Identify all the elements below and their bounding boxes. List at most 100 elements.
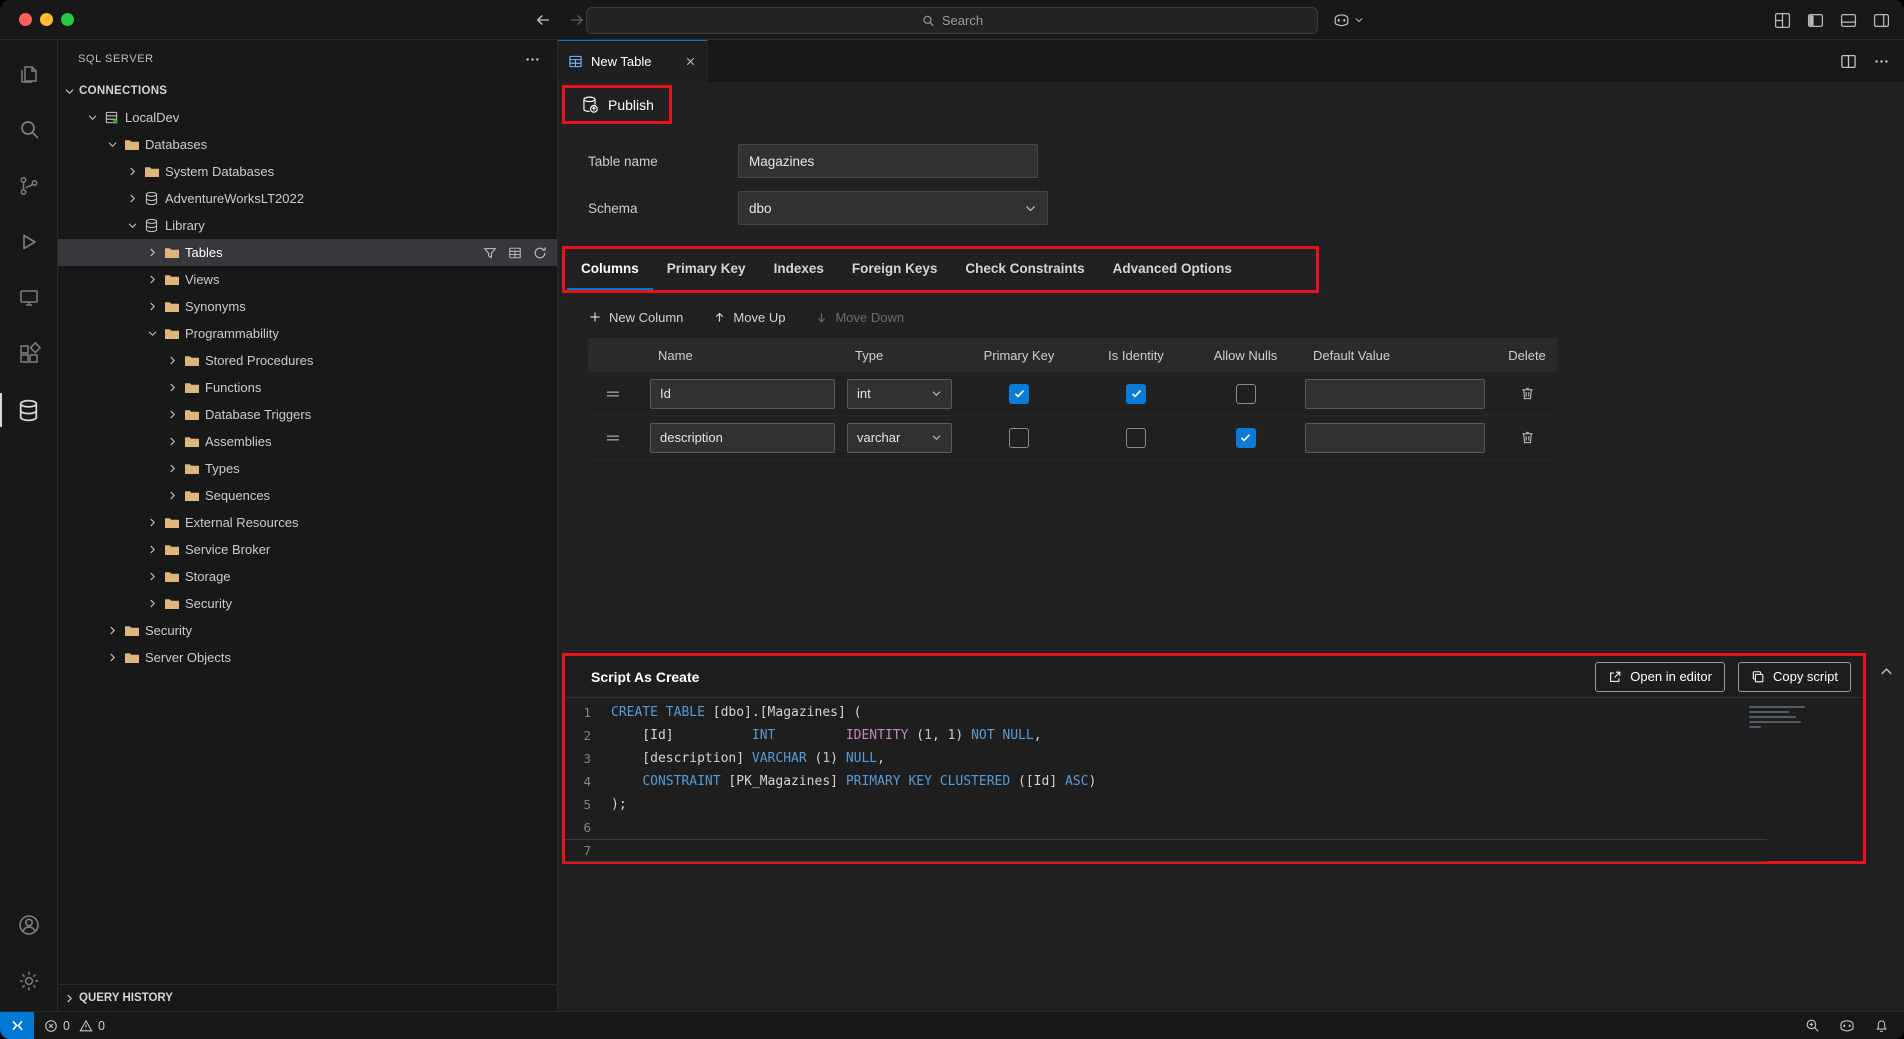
tree-item-storage[interactable]: Storage xyxy=(58,563,557,590)
chevron-right-icon[interactable] xyxy=(144,517,160,528)
layout-grid-icon[interactable] xyxy=(1774,12,1791,29)
column-type-select[interactable]: int xyxy=(847,379,952,409)
refresh-icon[interactable] xyxy=(533,246,547,260)
chevron-down-icon[interactable] xyxy=(144,328,160,339)
tree-item-security[interactable]: Security xyxy=(58,617,557,644)
filter-icon[interactable] xyxy=(483,246,497,260)
designer-tab-primary-key[interactable]: Primary Key xyxy=(653,249,760,290)
activity-item-run-debug-icon[interactable] xyxy=(0,214,58,270)
tree-item-library[interactable]: Library xyxy=(58,212,557,239)
chevron-right-icon[interactable] xyxy=(144,544,160,555)
split-editor-icon[interactable] xyxy=(1840,53,1857,70)
connections-section-header[interactable]: CONNECTIONS xyxy=(58,78,557,104)
go-back-icon[interactable] xyxy=(534,11,552,29)
chevron-down-icon[interactable] xyxy=(124,220,140,231)
column-type-select[interactable]: varchar xyxy=(847,423,952,453)
tree-item-tables[interactable]: Tables xyxy=(58,239,557,266)
chevron-down-icon[interactable] xyxy=(104,139,120,150)
chevron-right-icon[interactable] xyxy=(144,598,160,609)
move-up-button[interactable]: Move Up xyxy=(713,310,785,325)
command-center-search[interactable]: Search xyxy=(586,7,1318,34)
designer-tab-check-constraints[interactable]: Check Constraints xyxy=(951,249,1098,290)
copilot-icon[interactable] xyxy=(1838,1017,1856,1035)
tree-item-assemblies[interactable]: Assemblies xyxy=(58,428,557,455)
table-name-input[interactable] xyxy=(738,144,1038,178)
chevron-right-icon[interactable] xyxy=(104,625,120,636)
activity-item-extensions-icon[interactable] xyxy=(0,326,58,382)
script-code[interactable]: 1CREATE TABLE [dbo].[Magazines] (2 [Id] … xyxy=(565,698,1863,862)
activity-item-account-icon[interactable] xyxy=(0,897,58,953)
problems-indicator[interactable]: 0 0 xyxy=(34,1019,109,1033)
fullscreen-window-button[interactable] xyxy=(61,13,74,26)
drag-handle[interactable] xyxy=(588,389,638,399)
more-actions-icon[interactable] xyxy=(1873,53,1890,70)
is-identity-checkbox[interactable] xyxy=(1126,428,1146,448)
tree-item-databases[interactable]: Databases xyxy=(58,131,557,158)
minimize-window-button[interactable] xyxy=(40,13,53,26)
tree-item-programmability[interactable]: Programmability xyxy=(58,320,557,347)
primary-key-checkbox[interactable] xyxy=(1009,384,1029,404)
open-in-editor-button[interactable]: Open in editor xyxy=(1595,662,1725,692)
tree-item-server-objects[interactable]: Server Objects xyxy=(58,644,557,671)
designer-tab-columns[interactable]: Columns xyxy=(567,249,653,290)
designer-tab-foreign-keys[interactable]: Foreign Keys xyxy=(838,249,952,290)
default-value-input[interactable] xyxy=(1305,379,1485,409)
tree-item-localdev[interactable]: LocalDev xyxy=(58,104,557,131)
activity-item-explorer-icon[interactable] xyxy=(0,46,58,102)
close-window-button[interactable] xyxy=(19,13,32,26)
move-down-button[interactable]: Move Down xyxy=(815,310,904,325)
tree-item-types[interactable]: Types xyxy=(58,455,557,482)
bell-icon[interactable] xyxy=(1873,1017,1890,1034)
tab-new-table[interactable]: New Table xyxy=(558,40,708,82)
chevron-right-icon[interactable] xyxy=(124,193,140,204)
delete-column-button[interactable] xyxy=(1520,430,1535,445)
tree-item-database-triggers[interactable]: Database Triggers xyxy=(58,401,557,428)
tree-item-synonyms[interactable]: Synonyms xyxy=(58,293,557,320)
primary-key-checkbox[interactable] xyxy=(1009,428,1029,448)
tree-item-views[interactable]: Views xyxy=(58,266,557,293)
chevron-right-icon[interactable] xyxy=(164,355,180,366)
publish-button[interactable]: Publish xyxy=(565,88,669,121)
column-name-input[interactable] xyxy=(650,423,835,453)
layout-sidebar-left-icon[interactable] xyxy=(1807,12,1824,29)
designer-tab-indexes[interactable]: Indexes xyxy=(760,249,838,290)
chevron-right-icon[interactable] xyxy=(164,463,180,474)
chevron-right-icon[interactable] xyxy=(144,571,160,582)
tree-item-adventureworkslt2022[interactable]: AdventureWorksLT2022 xyxy=(58,185,557,212)
tree-item-external-resources[interactable]: External Resources xyxy=(58,509,557,536)
activity-item-remote-explorer-icon[interactable] xyxy=(0,270,58,326)
chevron-right-icon[interactable] xyxy=(164,382,180,393)
tree-item-security[interactable]: Security xyxy=(58,590,557,617)
chevron-right-icon[interactable] xyxy=(144,247,160,258)
default-value-input[interactable] xyxy=(1305,423,1485,453)
table-icon[interactable] xyxy=(508,246,522,260)
scroll-up-icon[interactable] xyxy=(1879,664,1894,679)
designer-tab-advanced-options[interactable]: Advanced Options xyxy=(1099,249,1246,290)
more-actions-icon[interactable] xyxy=(524,51,541,68)
chevron-right-icon[interactable] xyxy=(164,436,180,447)
activity-item-search-icon[interactable] xyxy=(0,102,58,158)
new-column-button[interactable]: New Column xyxy=(588,310,683,325)
activity-item-sql-server-icon[interactable] xyxy=(0,382,58,438)
copy-script-button[interactable]: Copy script xyxy=(1738,662,1851,692)
column-name-input[interactable] xyxy=(650,379,835,409)
is-identity-checkbox[interactable] xyxy=(1126,384,1146,404)
chevron-right-icon[interactable] xyxy=(164,490,180,501)
layout-panel-icon[interactable] xyxy=(1840,12,1857,29)
delete-column-button[interactable] xyxy=(1520,386,1535,401)
tree-item-stored-procedures[interactable]: Stored Procedures xyxy=(58,347,557,374)
tree-item-functions[interactable]: Functions xyxy=(58,374,557,401)
copilot-menu[interactable] xyxy=(1332,0,1364,40)
activity-item-settings-gear-icon[interactable] xyxy=(0,953,58,1009)
chevron-right-icon[interactable] xyxy=(104,652,120,663)
allow-nulls-checkbox[interactable] xyxy=(1236,384,1256,404)
chevron-right-icon[interactable] xyxy=(144,301,160,312)
drag-handle[interactable] xyxy=(588,433,638,443)
allow-nulls-checkbox[interactable] xyxy=(1236,428,1256,448)
remote-indicator[interactable] xyxy=(0,1012,34,1039)
chevron-right-icon[interactable] xyxy=(164,409,180,420)
chevron-down-icon[interactable] xyxy=(84,112,100,123)
close-tab-icon[interactable] xyxy=(684,55,697,68)
activity-item-source-control-icon[interactable] xyxy=(0,158,58,214)
tree-item-system-databases[interactable]: System Databases xyxy=(58,158,557,185)
